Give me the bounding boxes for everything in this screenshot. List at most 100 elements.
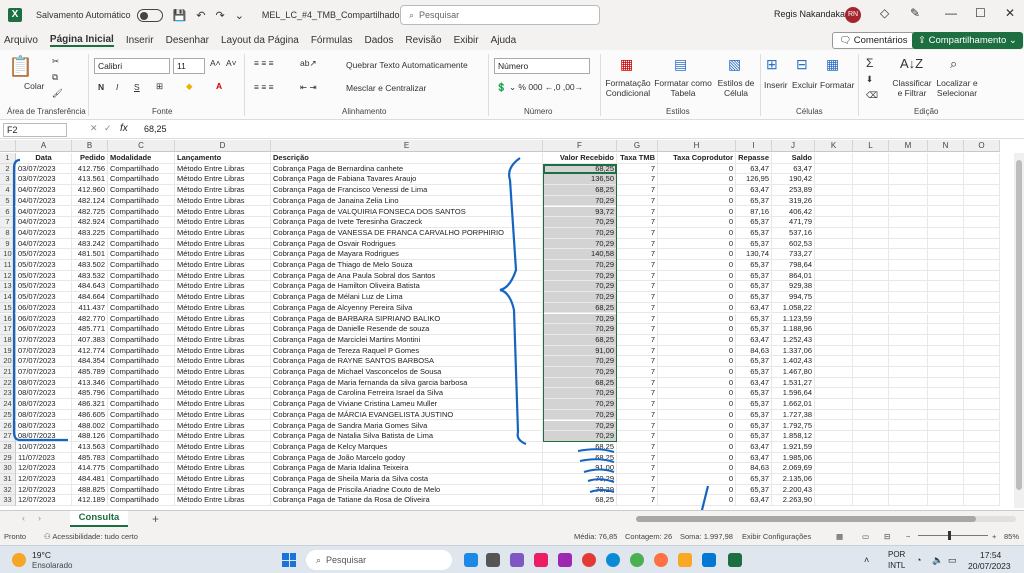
- table-cell[interactable]: 1.858,12: [772, 431, 815, 442]
- menu-inserir[interactable]: Inserir: [126, 35, 154, 46]
- table-cell[interactable]: 482.124: [72, 195, 108, 207]
- row-header[interactable]: 4: [0, 185, 16, 196]
- row-header[interactable]: 13: [0, 281, 16, 293]
- table-cell[interactable]: 06/07/2023: [16, 324, 72, 335]
- table-cell[interactable]: Cobrança Paga de Ivete Teresinha Graczec…: [271, 217, 543, 228]
- app-icon-1[interactable]: [464, 553, 478, 567]
- edge-icon[interactable]: [606, 553, 620, 567]
- column-header[interactable]: K: [815, 140, 853, 152]
- empty-cell[interactable]: [889, 441, 928, 453]
- empty-cell[interactable]: [815, 452, 853, 464]
- table-cell[interactable]: 65,37: [736, 474, 772, 485]
- table-cell[interactable]: 253,89: [772, 185, 815, 196]
- table-cell[interactable]: Cobrança Paga de Maria Idalina Teixeira: [271, 463, 543, 474]
- paste-icon[interactable]: 📋: [8, 54, 33, 79]
- empty-cell[interactable]: [889, 292, 928, 303]
- empty-cell[interactable]: [889, 367, 928, 378]
- horizontal-scrollbar[interactable]: [636, 516, 1016, 522]
- underline-button[interactable]: S: [134, 82, 140, 92]
- table-cell[interactable]: 68,25: [543, 441, 617, 453]
- table-cell[interactable]: 63,47: [736, 185, 772, 196]
- empty-cell[interactable]: [815, 249, 853, 260]
- table-cell[interactable]: 864,01: [772, 270, 815, 282]
- table-cell[interactable]: 483.532: [72, 270, 108, 282]
- table-cell[interactable]: 7: [617, 206, 658, 218]
- table-cell[interactable]: 319,26: [772, 195, 815, 207]
- table-cell[interactable]: 06/07/2023: [16, 302, 72, 314]
- table-cell[interactable]: 63,47: [736, 495, 772, 507]
- task-view-icon[interactable]: [486, 553, 500, 567]
- table-cell[interactable]: 7: [617, 163, 658, 175]
- empty-cell[interactable]: [853, 356, 889, 367]
- table-cell[interactable]: 12/07/2023: [16, 463, 72, 474]
- table-cell[interactable]: 485.771: [72, 324, 108, 335]
- table-cell[interactable]: 63,47: [736, 452, 772, 464]
- empty-cell[interactable]: [815, 474, 853, 485]
- table-cell[interactable]: Método Entre Libras: [175, 227, 271, 239]
- empty-cell[interactable]: [815, 313, 853, 325]
- formula-input[interactable]: 68,25: [144, 124, 167, 134]
- table-cell[interactable]: Método Entre Libras: [175, 302, 271, 314]
- table-cell[interactable]: Compartilhado: [108, 238, 175, 250]
- zoom-slider[interactable]: [918, 531, 988, 540]
- insert-cells-icon[interactable]: ⊞: [766, 56, 778, 73]
- empty-cell[interactable]: [853, 249, 889, 260]
- volume-icon[interactable]: 🔈: [932, 555, 943, 566]
- table-cell[interactable]: Compartilhado: [108, 260, 175, 271]
- row-header[interactable]: 19: [0, 345, 16, 357]
- empty-cell[interactable]: [815, 388, 853, 400]
- table-cell[interactable]: 486.321: [72, 399, 108, 410]
- table-cell[interactable]: 481.501: [72, 249, 108, 260]
- table-cell[interactable]: 413.563: [72, 441, 108, 453]
- empty-cell[interactable]: [815, 185, 853, 196]
- table-cell[interactable]: Método Entre Libras: [175, 185, 271, 196]
- table-cell[interactable]: 7: [617, 185, 658, 196]
- menu-exibir[interactable]: Exibir: [454, 35, 479, 46]
- empty-cell[interactable]: [889, 238, 928, 250]
- table-cell[interactable]: Compartilhado: [108, 431, 175, 442]
- table-cell[interactable]: 484.664: [72, 292, 108, 303]
- table-cell[interactable]: 406,42: [772, 206, 815, 218]
- table-cell[interactable]: Compartilhado: [108, 367, 175, 378]
- column-header[interactable]: B: [72, 140, 108, 152]
- empty-cell[interactable]: [964, 206, 1000, 218]
- empty-cell[interactable]: [853, 367, 889, 378]
- table-cell[interactable]: 0: [658, 420, 736, 432]
- empty-cell[interactable]: [889, 153, 928, 164]
- delete-cells-icon[interactable]: ⊟: [796, 56, 808, 73]
- table-cell[interactable]: 04/07/2023: [16, 217, 72, 228]
- table-cell[interactable]: 0: [658, 345, 736, 357]
- table-cell[interactable]: 68,25: [543, 495, 617, 507]
- table-cell[interactable]: 0: [658, 367, 736, 378]
- table-cell[interactable]: 485.783: [72, 452, 108, 464]
- table-cell[interactable]: 65,37: [736, 399, 772, 410]
- empty-cell[interactable]: [928, 356, 964, 367]
- row-header[interactable]: 18: [0, 334, 16, 346]
- empty-cell[interactable]: [853, 431, 889, 442]
- table-cell[interactable]: 65,37: [736, 484, 772, 496]
- column-header[interactable]: A: [16, 140, 72, 152]
- table-cell[interactable]: 05/07/2023: [16, 281, 72, 293]
- empty-cell[interactable]: [928, 463, 964, 474]
- table-cell[interactable]: 04/07/2023: [16, 195, 72, 207]
- table-cell[interactable]: 65,37: [736, 260, 772, 271]
- empty-cell[interactable]: [964, 388, 1000, 400]
- autosave-toggle[interactable]: [136, 8, 163, 22]
- row-header[interactable]: 8: [0, 227, 16, 239]
- empty-cell[interactable]: [964, 356, 1000, 367]
- table-cell[interactable]: 412.756: [72, 163, 108, 175]
- normal-view-icon[interactable]: ▦: [836, 532, 843, 541]
- row-header[interactable]: 22: [0, 377, 16, 389]
- table-cell[interactable]: Compartilhado: [108, 281, 175, 293]
- column-header[interactable]: D: [175, 140, 271, 152]
- row-header[interactable]: 10: [0, 249, 16, 260]
- firefox-icon[interactable]: [654, 553, 668, 567]
- windows-start-icon[interactable]: [282, 553, 296, 567]
- table-cell[interactable]: 7: [617, 324, 658, 335]
- empty-cell[interactable]: [964, 163, 1000, 175]
- delete-button[interactable]: Excluir: [792, 80, 818, 90]
- column-header[interactable]: N: [928, 140, 964, 152]
- empty-cell[interactable]: [853, 302, 889, 314]
- empty-cell[interactable]: [889, 345, 928, 357]
- table-cell[interactable]: Cobrança Paga de Michael Vasconcelos de …: [271, 367, 543, 378]
